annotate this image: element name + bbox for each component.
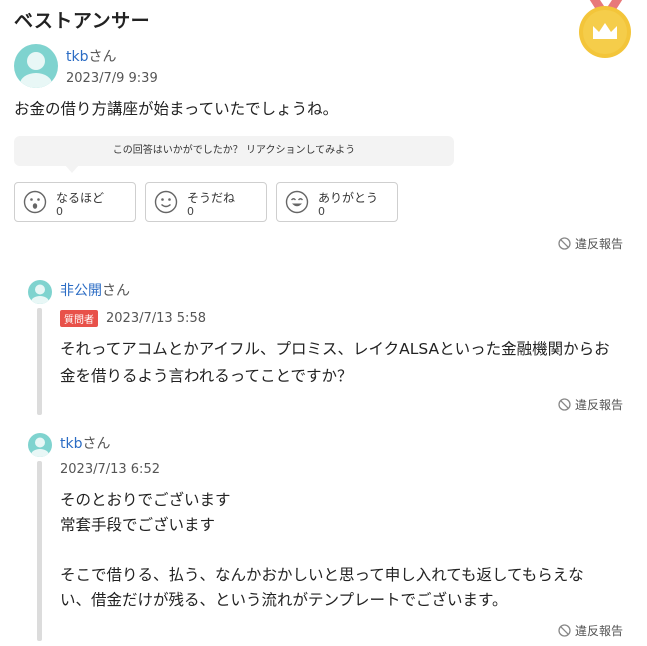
report-link[interactable]: 違反報告 xyxy=(558,396,623,413)
report-link[interactable]: 違反報告 xyxy=(558,622,623,639)
user-name-link[interactable]: tkb xyxy=(60,436,82,452)
reply-meta: 質問者 2023/7/13 5:58 xyxy=(60,310,206,327)
questioner-badge: 質問者 xyxy=(60,310,98,327)
reaction-button-soudane[interactable]: そうだね 0 xyxy=(145,182,267,222)
reply-line: そのとおりでございます xyxy=(60,491,231,509)
thread-line xyxy=(37,308,42,415)
reaction-count: 0 xyxy=(187,205,194,218)
report-label: 違反報告 xyxy=(575,624,624,638)
reply-line: 金を借りるよう言われるってことですか？ xyxy=(60,367,353,385)
reaction-prompt: この回答はいかがでしたか？ リアクションしてみよう xyxy=(14,136,454,166)
report-link[interactable]: 違反報告 xyxy=(558,235,623,252)
reply-line: い、借金だけが残る、という流れがテンプレートでございます。 xyxy=(60,591,508,609)
user-name-link[interactable]: tkb xyxy=(66,49,88,65)
prohibited-icon xyxy=(558,398,571,411)
avatar xyxy=(28,280,52,304)
happy-face-icon xyxy=(285,190,309,214)
reply-text: そのとおりでございます 常套手段でございます そこで借りる、払う、なんかおかしい… xyxy=(60,488,640,613)
reply-author: tkbさん xyxy=(60,433,110,453)
avatar[interactable] xyxy=(14,44,58,88)
avatar xyxy=(28,433,52,457)
answer-author: tkbさん xyxy=(66,46,116,66)
honorific: さん xyxy=(82,436,111,452)
honorific: さん xyxy=(102,283,130,299)
reply-line: 常套手段でございます xyxy=(60,516,216,534)
prohibited-icon xyxy=(558,237,571,250)
reply-blank-line xyxy=(60,538,640,563)
reaction-count: 0 xyxy=(318,205,325,218)
reply-line: そこで借りる、払う、なんかおかしいと思って申し入れても返してもらえな xyxy=(60,566,584,584)
best-answer-title: ベストアンサー xyxy=(14,10,151,32)
reply-line: それってアコムとかアイフル、プロミス、レイクALSAといった金融機関からお xyxy=(60,340,610,358)
reaction-button-arigatou[interactable]: ありがとう 0 xyxy=(276,182,398,222)
reaction-count: 0 xyxy=(56,205,63,218)
prohibited-icon xyxy=(558,624,571,637)
surprised-face-icon xyxy=(23,190,47,214)
answer-text: お金の借り方講座が始まっていたでしょうね。 xyxy=(14,100,339,118)
thread-line xyxy=(37,461,42,641)
report-label: 違反報告 xyxy=(575,398,624,412)
reply-date: 2023/7/13 6:52 xyxy=(60,462,160,477)
reaction-label: ありがとう xyxy=(318,191,379,205)
reply-author: 非公開さん xyxy=(60,280,130,300)
crown-medal-icon xyxy=(578,0,634,60)
user-name-link[interactable]: 非公開 xyxy=(60,283,102,299)
report-label: 違反報告 xyxy=(575,237,624,251)
reply-text: それってアコムとかアイフル、プロミス、レイクALSAといった金融機関からお 金を… xyxy=(60,336,640,390)
reaction-button-naruhodo[interactable]: なるほど 0 xyxy=(14,182,136,222)
reaction-label: そうだね xyxy=(187,191,236,205)
bubble-tail xyxy=(65,165,79,173)
honorific: さん xyxy=(88,49,117,65)
reaction-label: なるほど xyxy=(56,191,105,205)
smile-face-icon xyxy=(154,190,178,214)
answer-date: 2023/7/9 9:39 xyxy=(66,71,158,86)
reply-date: 2023/7/13 5:58 xyxy=(106,311,206,326)
